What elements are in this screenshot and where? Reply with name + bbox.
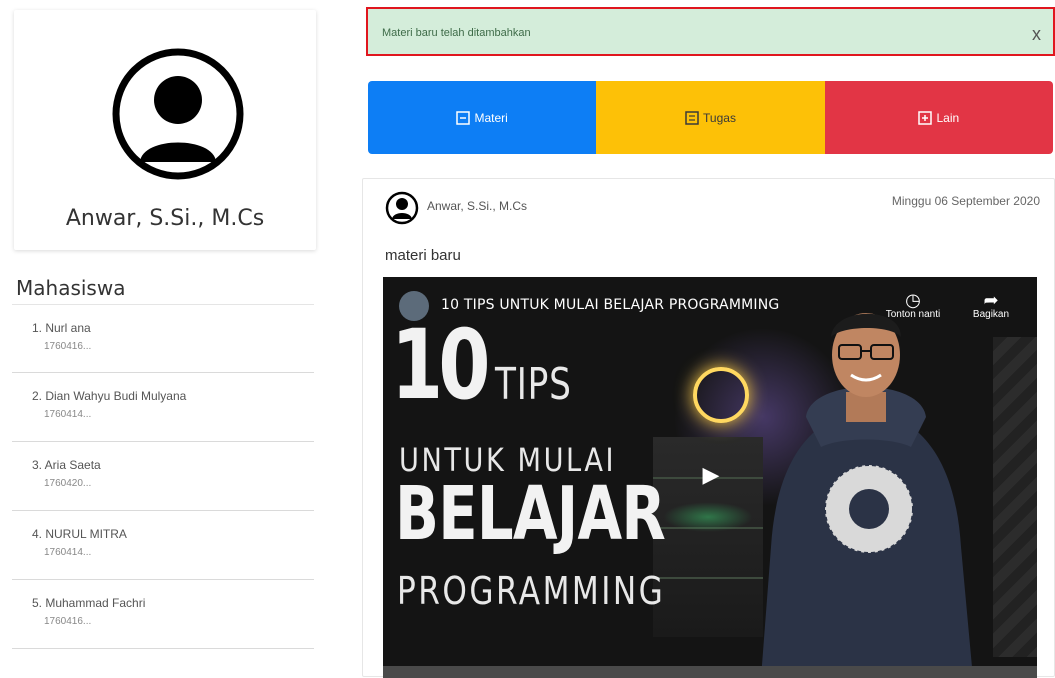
students-list: 1. Nurl ana 1760416... 2. Dian Wahyu Bud… — [12, 304, 314, 649]
student-name: 4. NURUL MITRA — [32, 527, 127, 541]
student-name: 2. Dian Wahyu Budi Mulyana — [32, 389, 187, 403]
post-date: Minggu 06 September 2020 — [891, 194, 1040, 208]
presenter-image — [761, 313, 973, 678]
list-item[interactable]: 5. Muhammad Fachri 1760416... — [12, 580, 314, 649]
student-nim: 1760414... — [44, 409, 92, 420]
tugas-button[interactable]: Tugas — [596, 81, 825, 154]
student-nim: 1760420... — [44, 478, 92, 489]
clock-icon: ◷ — [905, 290, 921, 310]
materi-label: Materi — [474, 110, 508, 125]
thumbnail-line3: PROGRAMMING — [397, 569, 666, 613]
thumbnail-ring-light — [693, 367, 749, 423]
post-card: Anwar, S.Si., M.Cs Minggu 06 September 2… — [362, 178, 1055, 678]
thumbnail-tips: TIPS — [495, 359, 572, 410]
share-label: Bagikan — [972, 309, 1010, 320]
alert-message: Materi baru telah ditambahkan — [382, 27, 531, 39]
student-nim: 1760416... — [44, 341, 92, 352]
thumbnail-number: 10 — [391, 309, 491, 421]
play-icon[interactable]: ▶ — [693, 457, 729, 493]
student-name: 1. Nurl ana — [32, 321, 91, 335]
watch-later-button[interactable]: ◷ Tonton nanti — [881, 291, 945, 320]
share-button[interactable]: ➦ Bagikan — [959, 291, 1023, 320]
shelf-line — [653, 577, 763, 579]
share-icon: ➦ — [983, 290, 999, 310]
video-title[interactable]: 10 TIPS UNTUK MULAI BELAJAR PROGRAMMING — [441, 297, 779, 313]
profile-card: Anwar, S.Si., M.Cs — [14, 10, 316, 250]
user-avatar-icon — [385, 191, 419, 225]
thumbnail-wall — [993, 337, 1037, 657]
success-alert: Materi baru telah ditambahkan x — [366, 7, 1055, 56]
list-item[interactable]: 1. Nurl ana 1760416... — [12, 304, 314, 373]
student-nim: 1760414... — [44, 547, 92, 558]
materi-button[interactable]: Materi — [368, 81, 597, 154]
post-author: Anwar, S.Si., M.Cs — [427, 199, 528, 213]
list-item[interactable]: 2. Dian Wahyu Budi Mulyana 1760414... — [12, 373, 314, 442]
thumbnail-line2: BELAJAR — [395, 471, 666, 557]
list-icon — [685, 110, 699, 125]
close-icon[interactable]: x — [1032, 24, 1041, 45]
lain-label: Lain — [936, 110, 960, 125]
profile-name: Anwar, S.Si., M.Cs — [65, 206, 265, 231]
tugas-label: Tugas — [703, 110, 736, 125]
thumbnail-green-light — [663, 502, 753, 532]
watch-later-label: Tonton nanti — [885, 309, 941, 320]
student-name: 5. Muhammad Fachri — [32, 596, 146, 610]
plus-square-icon — [918, 110, 933, 125]
video-embed[interactable]: 10 TIPS UNTUK MULAI BELAJAR PROGRAMMING — [383, 277, 1037, 678]
action-bar: Materi Tugas Lain — [368, 81, 1053, 154]
video-controls-bar — [383, 666, 1037, 678]
lain-button[interactable]: Lain — [824, 81, 1053, 154]
students-heading: Mahasiswa — [16, 276, 126, 300]
post-text: materi baru — [385, 247, 461, 264]
student-name: 3. Aria Saeta — [32, 458, 101, 472]
student-nim: 1760416... — [44, 616, 92, 627]
list-item[interactable]: 3. Aria Saeta 1760420... — [12, 442, 314, 511]
channel-avatar[interactable] — [399, 291, 429, 321]
user-avatar-icon — [112, 48, 244, 180]
minus-square-icon — [456, 110, 471, 125]
list-item[interactable]: 4. NURUL MITRA 1760414... — [12, 511, 314, 580]
